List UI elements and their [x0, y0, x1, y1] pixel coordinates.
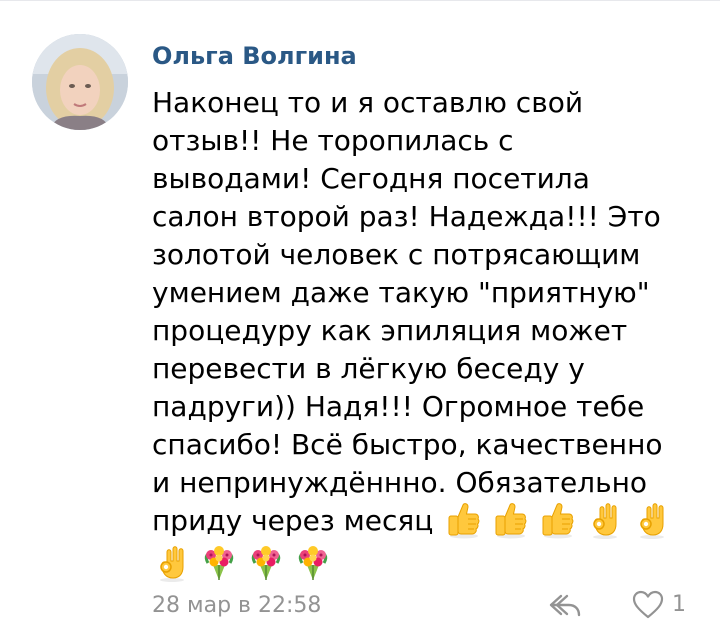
comment-timestamp[interactable]: 28 мар в 22:58: [152, 592, 321, 620]
ok-hand-icon: [152, 543, 192, 583]
top-divider: [0, 0, 720, 1]
bouquet-icon: [246, 543, 286, 583]
bouquet-icon: [199, 543, 239, 583]
comment-text-line: падруги)) Надя!!! Огромное тебе: [152, 390, 645, 423]
heart-icon: [632, 590, 664, 619]
avatar[interactable]: [32, 34, 128, 130]
ok-hand-icon: [585, 500, 625, 540]
bouquet-icon: [293, 543, 333, 583]
comment-text-line: отзыв!! Не торопилась с: [152, 124, 514, 157]
reply-button[interactable]: [547, 590, 583, 620]
thumbs-up-icon: [444, 500, 484, 540]
comment-text-line: процедуру как эпиляция может: [152, 314, 628, 347]
comment-text-line: выводами! Сегодня посетила: [152, 162, 590, 195]
reply-arrow-icon: [549, 594, 581, 617]
comment-text-line: золотой человек с потрясающим: [152, 238, 641, 271]
comment-text-line: и непринуждённно. Обязательно: [152, 466, 648, 499]
emoji-row: [152, 543, 340, 583]
comment-text-line: умением даже такую "приятную": [152, 276, 650, 309]
author-name-link[interactable]: Ольга Волгина: [152, 40, 357, 72]
comment-text-line: салон второй раз! Надежда!!! Это: [152, 200, 661, 233]
emoji-row: [444, 500, 679, 540]
comment-text-line: Наконец то и я оставлю свой: [152, 86, 584, 119]
comment-text-line: спасибо! Всё быстро, качественно: [152, 428, 663, 461]
like-button[interactable]: 1: [632, 589, 686, 621]
thumbs-up-icon: [491, 500, 531, 540]
ok-hand-icon: [632, 500, 672, 540]
thumbs-up-icon: [538, 500, 578, 540]
avatar-photo: [32, 34, 128, 130]
like-count: 1: [672, 592, 686, 617]
comment-text-line: перевести в лёгкую беседу у: [152, 352, 585, 385]
comment-text: Наконец то и я оставлю свой отзыв!! Не т…: [152, 84, 672, 540]
